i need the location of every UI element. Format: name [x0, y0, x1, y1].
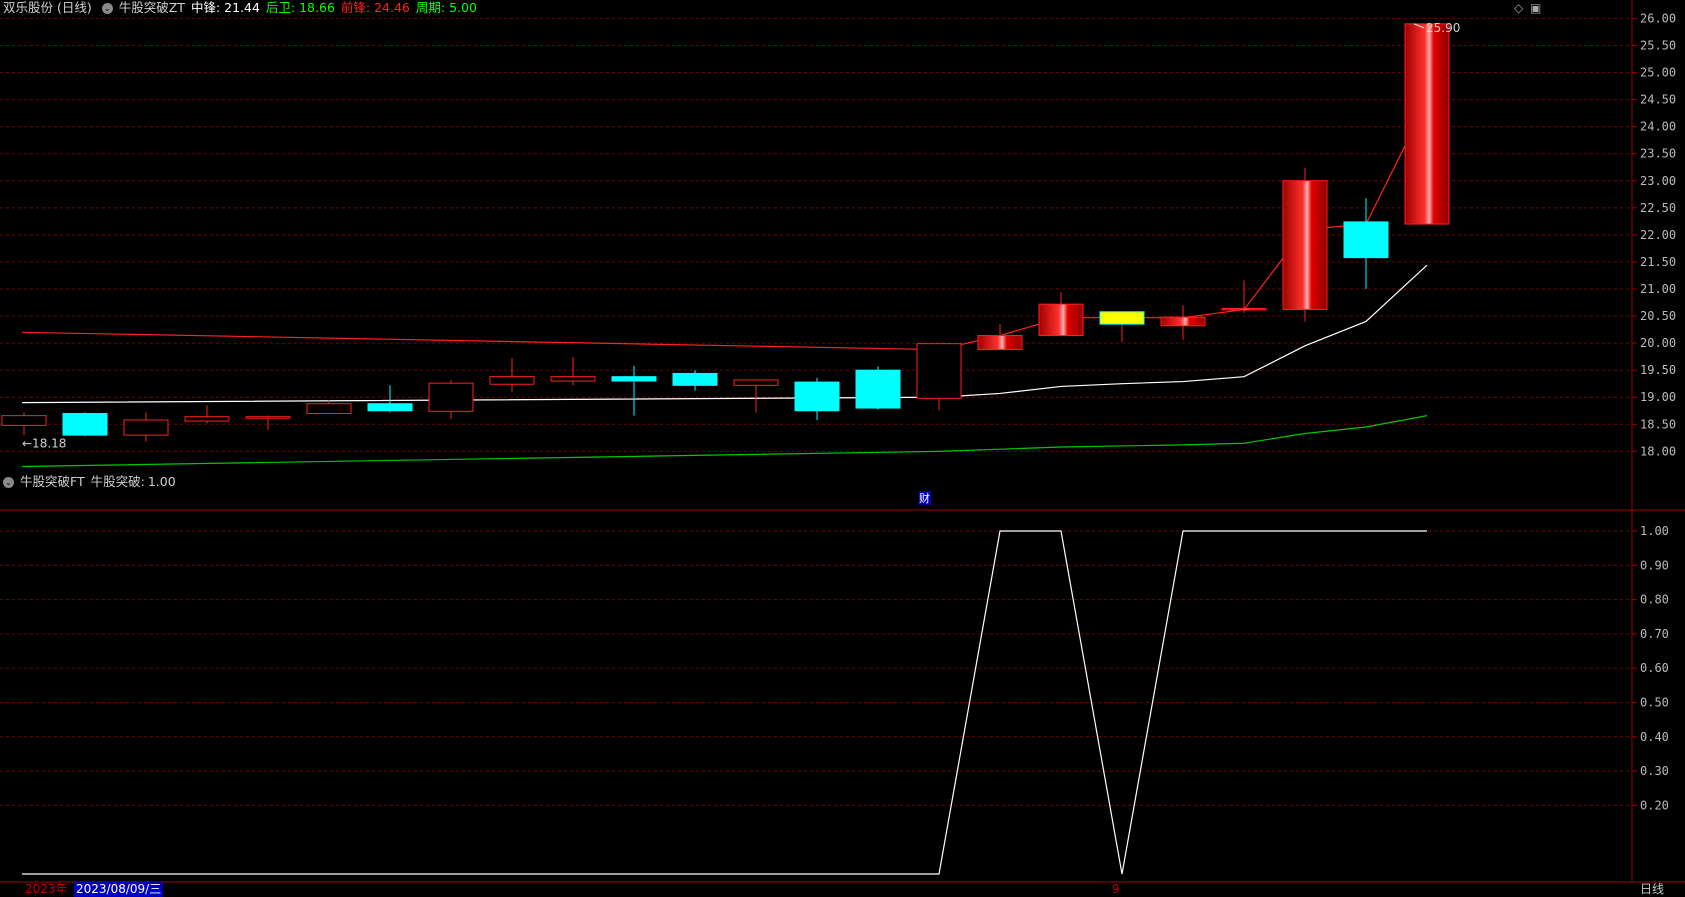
- main-y-tick-label: 22.50: [1640, 201, 1676, 215]
- main-y-tick-label: 26.00: [1640, 11, 1676, 25]
- stock-chart[interactable]: 26.00 25.50 25.00 24.50 24.00 23.50 23.00 22.50…: [0, 0, 1685, 897]
- candle-body: [489, 376, 535, 385]
- line-mid: [21, 264, 1428, 404]
- sub-y-tick-label: 0.90: [1640, 558, 1669, 572]
- candle-body: [1404, 23, 1450, 225]
- main-y-tick-label: 24.00: [1640, 120, 1676, 134]
- candle-body: [1160, 316, 1206, 327]
- period-label[interactable]: 日线: [1640, 882, 1664, 897]
- candle-body: [367, 403, 413, 412]
- main-y-tick-label: 25.00: [1640, 66, 1676, 80]
- candle-body: [1038, 303, 1084, 337]
- main-y-tick-label: 19.50: [1640, 363, 1676, 377]
- sub-y-tick-label: 0.20: [1640, 798, 1669, 812]
- main-y-tick-label: 22.00: [1640, 228, 1676, 242]
- candle-body: [794, 381, 840, 412]
- candle-body: [611, 376, 657, 382]
- date-label: 2023/08/09/三: [74, 882, 164, 897]
- candle-body: [1221, 307, 1267, 311]
- candle-body: [855, 369, 901, 409]
- sub-y-tick-label: 0.40: [1640, 730, 1669, 744]
- main-y-tick-label: 19.00: [1640, 390, 1676, 404]
- candle-body: [672, 372, 718, 386]
- candle-body: [1099, 311, 1145, 325]
- main-y-tick-label: 18.00: [1640, 444, 1676, 458]
- candle-body: [550, 376, 596, 382]
- high-price-annotation: 25.90: [1426, 21, 1460, 35]
- main-y-tick-label: 18.50: [1640, 417, 1676, 431]
- main-y-tick-label: 23.00: [1640, 174, 1676, 188]
- main-y-tick-label: 24.50: [1640, 93, 1676, 107]
- line-front: [21, 101, 1428, 351]
- sub-y-tick-label: 0.50: [1640, 696, 1669, 710]
- candle-body: [62, 412, 108, 436]
- candle-body: [245, 416, 291, 419]
- sub-y-tick-label: 0.30: [1640, 764, 1669, 778]
- candle-body: [1, 415, 47, 426]
- bottom-bar: 2023年 2023/08/09/三 9 日线: [0, 882, 1685, 897]
- line-back: [21, 415, 1428, 468]
- year-label: 2023年: [25, 882, 68, 896]
- candle-body: [306, 403, 352, 414]
- candle-body: [428, 382, 474, 412]
- main-y-tick-label: 20.00: [1640, 336, 1676, 350]
- main-y-tick-label: 21.50: [1640, 255, 1676, 269]
- main-y-tick-label: 25.50: [1640, 38, 1676, 52]
- candle-body: [1343, 221, 1389, 259]
- breakout-line: [22, 530, 1427, 875]
- candle-body: [184, 416, 230, 422]
- candle-body: [916, 343, 962, 399]
- sub-y-tick-label: 1.00: [1640, 524, 1669, 538]
- sub-y-tick-label: 0.70: [1640, 627, 1669, 641]
- main-y-tick-label: 20.50: [1640, 309, 1676, 323]
- main-y-tick-label: 21.00: [1640, 282, 1676, 296]
- low-price-annotation: ←18.18: [22, 437, 66, 451]
- cursor-marker: 9: [1112, 882, 1120, 896]
- sub-y-tick-label: 0.80: [1640, 593, 1669, 607]
- sub-y-tick-label: 0.60: [1640, 661, 1669, 675]
- candle-body: [123, 419, 169, 436]
- candle-body: [1282, 180, 1328, 311]
- candle-body: [733, 379, 779, 386]
- finance-badge: 财: [919, 491, 930, 505]
- candle-body: [977, 335, 1023, 351]
- main-y-tick-label: 23.50: [1640, 147, 1676, 161]
